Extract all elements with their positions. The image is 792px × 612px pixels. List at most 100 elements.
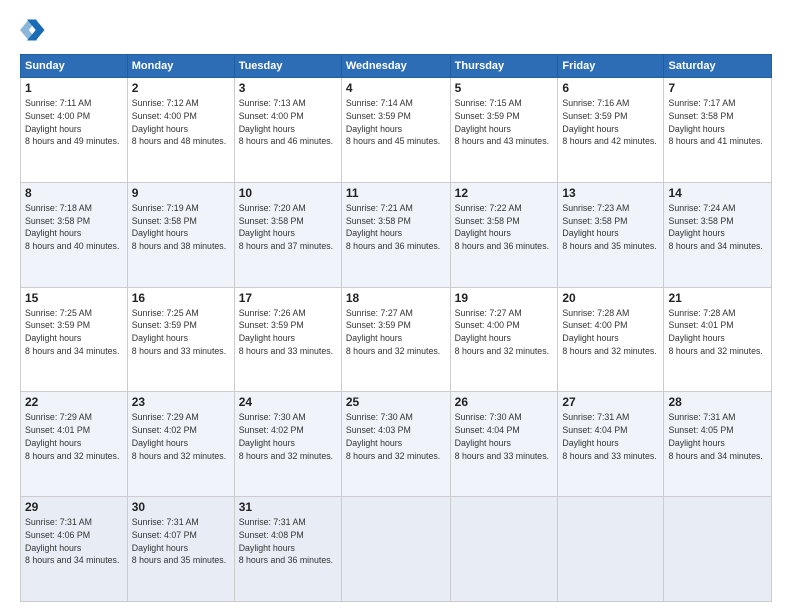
- day-number: 13: [562, 186, 659, 200]
- calendar-cell: 15 Sunrise: 7:25 AM Sunset: 3:59 PM Dayl…: [21, 287, 128, 392]
- day-header-friday: Friday: [558, 55, 664, 78]
- day-info: Sunrise: 7:30 AM Sunset: 4:02 PM Dayligh…: [239, 411, 337, 462]
- calendar-table: SundayMondayTuesdayWednesdayThursdayFrid…: [20, 54, 772, 602]
- day-number: 24: [239, 395, 337, 409]
- calendar-cell: 6 Sunrise: 7:16 AM Sunset: 3:59 PM Dayli…: [558, 78, 664, 183]
- day-number: 15: [25, 291, 123, 305]
- day-number: 19: [455, 291, 554, 305]
- day-number: 16: [132, 291, 230, 305]
- calendar-week-1: 1 Sunrise: 7:11 AM Sunset: 4:00 PM Dayli…: [21, 78, 772, 183]
- day-info: Sunrise: 7:31 AM Sunset: 4:07 PM Dayligh…: [132, 516, 230, 567]
- calendar-cell: 13 Sunrise: 7:23 AM Sunset: 3:58 PM Dayl…: [558, 182, 664, 287]
- day-number: 31: [239, 500, 337, 514]
- day-info: Sunrise: 7:25 AM Sunset: 3:59 PM Dayligh…: [25, 307, 123, 358]
- calendar-cell: 23 Sunrise: 7:29 AM Sunset: 4:02 PM Dayl…: [127, 392, 234, 497]
- calendar-cell: 7 Sunrise: 7:17 AM Sunset: 3:58 PM Dayli…: [664, 78, 772, 183]
- day-number: 2: [132, 81, 230, 95]
- day-info: Sunrise: 7:27 AM Sunset: 4:00 PM Dayligh…: [455, 307, 554, 358]
- day-info: Sunrise: 7:14 AM Sunset: 3:59 PM Dayligh…: [346, 97, 446, 148]
- day-number: 28: [668, 395, 767, 409]
- day-info: Sunrise: 7:22 AM Sunset: 3:58 PM Dayligh…: [455, 202, 554, 253]
- day-number: 8: [25, 186, 123, 200]
- day-info: Sunrise: 7:11 AM Sunset: 4:00 PM Dayligh…: [25, 97, 123, 148]
- day-number: 5: [455, 81, 554, 95]
- calendar-cell: [558, 497, 664, 602]
- day-number: 4: [346, 81, 446, 95]
- calendar-cell: 4 Sunrise: 7:14 AM Sunset: 3:59 PM Dayli…: [341, 78, 450, 183]
- day-number: 20: [562, 291, 659, 305]
- day-info: Sunrise: 7:28 AM Sunset: 4:01 PM Dayligh…: [668, 307, 767, 358]
- day-info: Sunrise: 7:13 AM Sunset: 4:00 PM Dayligh…: [239, 97, 337, 148]
- calendar-cell: 10 Sunrise: 7:20 AM Sunset: 3:58 PM Dayl…: [234, 182, 341, 287]
- day-info: Sunrise: 7:31 AM Sunset: 4:05 PM Dayligh…: [668, 411, 767, 462]
- calendar-cell: 24 Sunrise: 7:30 AM Sunset: 4:02 PM Dayl…: [234, 392, 341, 497]
- calendar-week-4: 22 Sunrise: 7:29 AM Sunset: 4:01 PM Dayl…: [21, 392, 772, 497]
- day-number: 7: [668, 81, 767, 95]
- calendar-cell: 21 Sunrise: 7:28 AM Sunset: 4:01 PM Dayl…: [664, 287, 772, 392]
- calendar-cell: 28 Sunrise: 7:31 AM Sunset: 4:05 PM Dayl…: [664, 392, 772, 497]
- day-header-sunday: Sunday: [21, 55, 128, 78]
- day-info: Sunrise: 7:30 AM Sunset: 4:04 PM Dayligh…: [455, 411, 554, 462]
- day-number: 26: [455, 395, 554, 409]
- day-info: Sunrise: 7:25 AM Sunset: 3:59 PM Dayligh…: [132, 307, 230, 358]
- day-number: 14: [668, 186, 767, 200]
- day-header-wednesday: Wednesday: [341, 55, 450, 78]
- day-info: Sunrise: 7:20 AM Sunset: 3:58 PM Dayligh…: [239, 202, 337, 253]
- day-info: Sunrise: 7:30 AM Sunset: 4:03 PM Dayligh…: [346, 411, 446, 462]
- day-info: Sunrise: 7:19 AM Sunset: 3:58 PM Dayligh…: [132, 202, 230, 253]
- calendar-cell: 18 Sunrise: 7:27 AM Sunset: 3:59 PM Dayl…: [341, 287, 450, 392]
- calendar-cell: [450, 497, 558, 602]
- day-info: Sunrise: 7:29 AM Sunset: 4:02 PM Dayligh…: [132, 411, 230, 462]
- day-number: 29: [25, 500, 123, 514]
- day-info: Sunrise: 7:24 AM Sunset: 3:58 PM Dayligh…: [668, 202, 767, 253]
- calendar-cell: 31 Sunrise: 7:31 AM Sunset: 4:08 PM Dayl…: [234, 497, 341, 602]
- day-number: 3: [239, 81, 337, 95]
- day-info: Sunrise: 7:16 AM Sunset: 3:59 PM Dayligh…: [562, 97, 659, 148]
- day-number: 9: [132, 186, 230, 200]
- day-number: 12: [455, 186, 554, 200]
- day-number: 6: [562, 81, 659, 95]
- day-info: Sunrise: 7:26 AM Sunset: 3:59 PM Dayligh…: [239, 307, 337, 358]
- day-number: 23: [132, 395, 230, 409]
- day-info: Sunrise: 7:28 AM Sunset: 4:00 PM Dayligh…: [562, 307, 659, 358]
- calendar-cell: 3 Sunrise: 7:13 AM Sunset: 4:00 PM Dayli…: [234, 78, 341, 183]
- day-header-monday: Monday: [127, 55, 234, 78]
- calendar-cell: 27 Sunrise: 7:31 AM Sunset: 4:04 PM Dayl…: [558, 392, 664, 497]
- calendar-cell: 26 Sunrise: 7:30 AM Sunset: 4:04 PM Dayl…: [450, 392, 558, 497]
- day-number: 18: [346, 291, 446, 305]
- day-number: 11: [346, 186, 446, 200]
- day-info: Sunrise: 7:31 AM Sunset: 4:06 PM Dayligh…: [25, 516, 123, 567]
- day-info: Sunrise: 7:23 AM Sunset: 3:58 PM Dayligh…: [562, 202, 659, 253]
- day-header-thursday: Thursday: [450, 55, 558, 78]
- day-info: Sunrise: 7:31 AM Sunset: 4:08 PM Dayligh…: [239, 516, 337, 567]
- calendar-week-3: 15 Sunrise: 7:25 AM Sunset: 3:59 PM Dayl…: [21, 287, 772, 392]
- calendar-cell: 16 Sunrise: 7:25 AM Sunset: 3:59 PM Dayl…: [127, 287, 234, 392]
- calendar-cell: [664, 497, 772, 602]
- day-info: Sunrise: 7:18 AM Sunset: 3:58 PM Dayligh…: [25, 202, 123, 253]
- day-info: Sunrise: 7:29 AM Sunset: 4:01 PM Dayligh…: [25, 411, 123, 462]
- calendar-cell: 29 Sunrise: 7:31 AM Sunset: 4:06 PM Dayl…: [21, 497, 128, 602]
- header: [20, 16, 772, 44]
- day-info: Sunrise: 7:15 AM Sunset: 3:59 PM Dayligh…: [455, 97, 554, 148]
- page: SundayMondayTuesdayWednesdayThursdayFrid…: [0, 0, 792, 612]
- calendar-cell: 14 Sunrise: 7:24 AM Sunset: 3:58 PM Dayl…: [664, 182, 772, 287]
- day-info: Sunrise: 7:12 AM Sunset: 4:00 PM Dayligh…: [132, 97, 230, 148]
- calendar-cell: 12 Sunrise: 7:22 AM Sunset: 3:58 PM Dayl…: [450, 182, 558, 287]
- day-info: Sunrise: 7:17 AM Sunset: 3:58 PM Dayligh…: [668, 97, 767, 148]
- day-info: Sunrise: 7:27 AM Sunset: 3:59 PM Dayligh…: [346, 307, 446, 358]
- day-number: 10: [239, 186, 337, 200]
- calendar-cell: 25 Sunrise: 7:30 AM Sunset: 4:03 PM Dayl…: [341, 392, 450, 497]
- day-number: 21: [668, 291, 767, 305]
- calendar-cell: 8 Sunrise: 7:18 AM Sunset: 3:58 PM Dayli…: [21, 182, 128, 287]
- day-number: 1: [25, 81, 123, 95]
- calendar-cell: 1 Sunrise: 7:11 AM Sunset: 4:00 PM Dayli…: [21, 78, 128, 183]
- calendar-cell: 20 Sunrise: 7:28 AM Sunset: 4:00 PM Dayl…: [558, 287, 664, 392]
- calendar-cell: 9 Sunrise: 7:19 AM Sunset: 3:58 PM Dayli…: [127, 182, 234, 287]
- calendar-cell: 2 Sunrise: 7:12 AM Sunset: 4:00 PM Dayli…: [127, 78, 234, 183]
- calendar-header-row: SundayMondayTuesdayWednesdayThursdayFrid…: [21, 55, 772, 78]
- day-number: 22: [25, 395, 123, 409]
- calendar-week-5: 29 Sunrise: 7:31 AM Sunset: 4:06 PM Dayl…: [21, 497, 772, 602]
- day-header-tuesday: Tuesday: [234, 55, 341, 78]
- logo: [20, 16, 52, 44]
- day-number: 17: [239, 291, 337, 305]
